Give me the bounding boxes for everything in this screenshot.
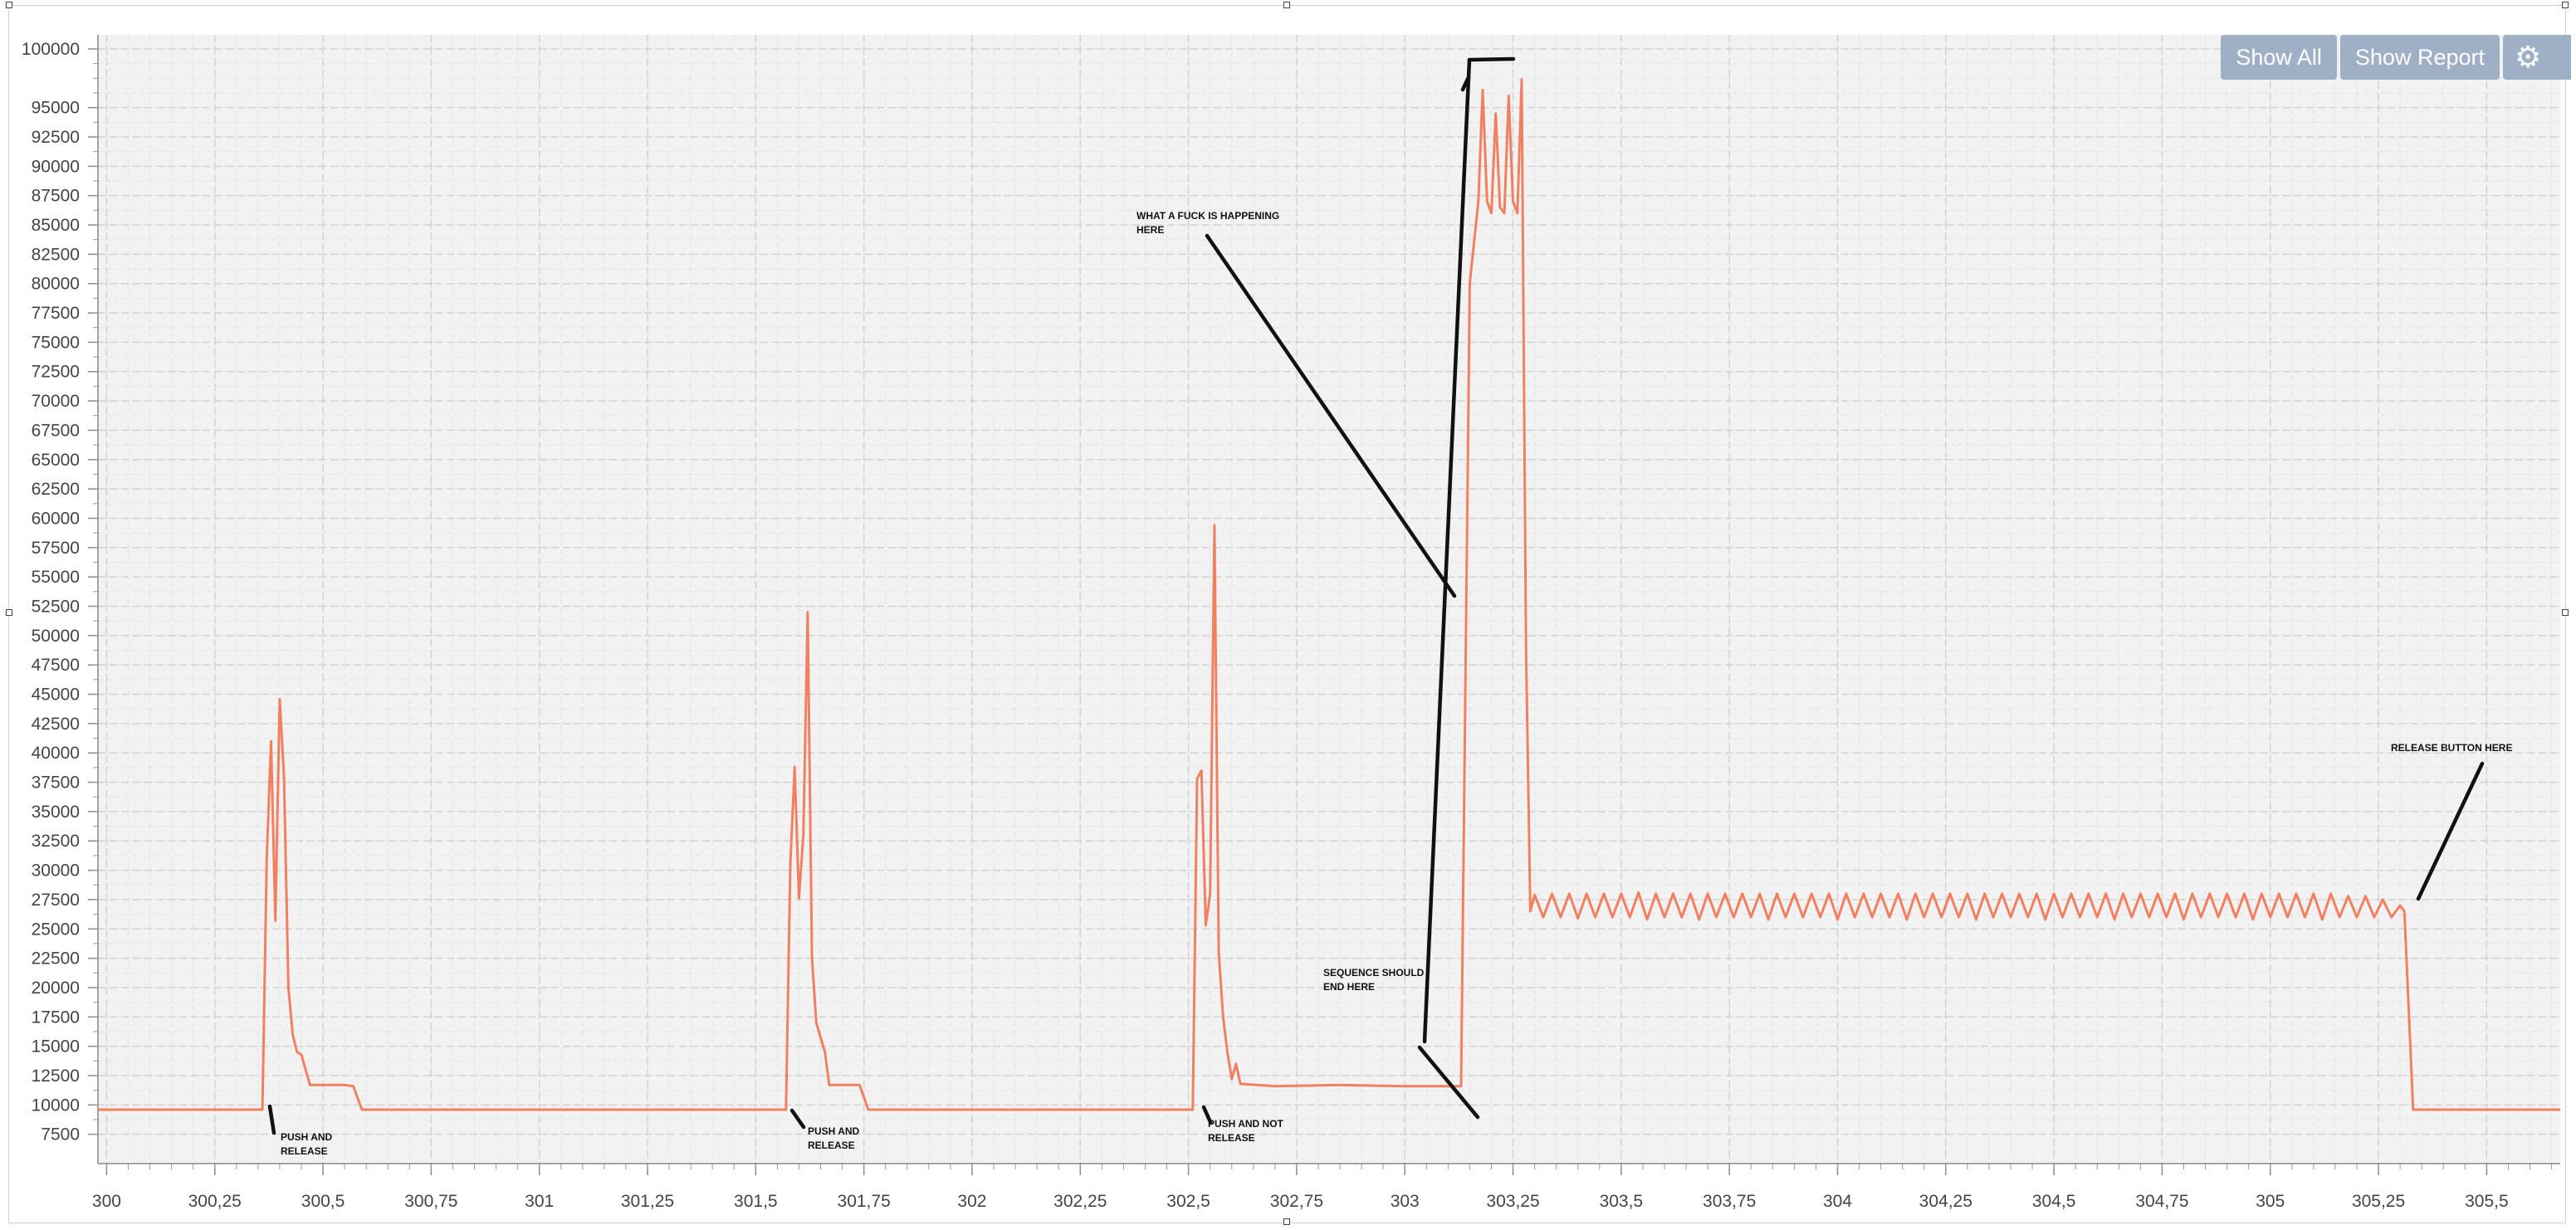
y-tick-label: 57500 <box>32 539 80 558</box>
annotation-text: HERE <box>1136 224 1164 236</box>
show-all-button[interactable]: Show All <box>2221 35 2337 80</box>
x-tick-label: 304,25 <box>1919 1192 1972 1211</box>
y-tick-label: 42500 <box>32 715 80 734</box>
y-tick-label: 80000 <box>32 275 80 294</box>
x-tick-label: 303,25 <box>1486 1192 1539 1211</box>
y-tick-label: 92500 <box>32 128 80 147</box>
y-tick-label: 10000 <box>32 1096 80 1115</box>
y-tick-label: 67500 <box>32 421 80 440</box>
y-tick-label: 85000 <box>32 216 80 235</box>
x-tick-label: 302,25 <box>1053 1192 1107 1211</box>
y-tick-label: 27500 <box>32 891 80 910</box>
x-tick-label: 300,5 <box>301 1192 345 1211</box>
x-tick-label: 303 <box>1391 1192 1420 1211</box>
show-report-button[interactable]: Show Report <box>2339 35 2500 80</box>
y-tick-label: 60000 <box>32 509 80 528</box>
y-tick-label: 45000 <box>32 686 80 705</box>
settings-dropdown-button[interactable]: ⚙ <box>2503 35 2571 80</box>
y-tick-label: 35000 <box>32 803 80 822</box>
annotation-text: PUSH AND NOT <box>1208 1118 1284 1130</box>
annotation-text: WHAT A FUCK IS HAPPENING <box>1136 210 1279 222</box>
y-tick-label: 12500 <box>32 1066 80 1086</box>
y-tick-label: 62500 <box>32 480 80 499</box>
x-tick-label: 304,75 <box>2135 1192 2188 1211</box>
annotation-text: PUSH AND <box>281 1131 333 1143</box>
x-tick-label: 301,25 <box>621 1192 674 1211</box>
y-tick-label: 72500 <box>32 363 80 382</box>
annotation-text: RELEASE <box>1208 1132 1255 1144</box>
x-tick-label: 301,75 <box>838 1192 891 1211</box>
plot-area <box>98 35 2560 1164</box>
y-tick-label: 37500 <box>32 774 80 793</box>
x-tick-label: 300 <box>92 1192 121 1211</box>
x-tick-label: 303,5 <box>1600 1192 1644 1211</box>
y-tick-label: 40000 <box>32 744 80 763</box>
y-tick-label: 50000 <box>32 627 80 646</box>
x-tick-label: 304,5 <box>2032 1192 2076 1211</box>
x-tick-label: 302 <box>957 1192 986 1211</box>
x-tick-label: 305,25 <box>2352 1192 2405 1211</box>
y-tick-label: 65000 <box>32 451 80 470</box>
y-tick-label: 55000 <box>32 568 80 587</box>
x-tick-label: 302,5 <box>1166 1192 1210 1211</box>
y-tick-label: 17500 <box>32 1008 80 1027</box>
x-tick-label: 304 <box>1823 1192 1852 1211</box>
y-tick-label: 22500 <box>32 949 80 969</box>
y-tick-label: 7500 <box>41 1125 80 1145</box>
annotation-text: RELEASE <box>281 1145 328 1157</box>
annotation-text: RELEASE BUTTON HERE <box>2391 742 2512 754</box>
x-tick-label: 301 <box>525 1192 554 1211</box>
y-tick-label: 25000 <box>32 920 80 939</box>
annotation-text: END HERE <box>1323 981 1375 993</box>
chart-toolbar: Show All Show Report ⚙ <box>2221 35 2571 80</box>
y-tick-label: 70000 <box>32 392 80 411</box>
y-tick-label: 75000 <box>32 333 80 352</box>
y-tick-label: 77500 <box>32 304 80 323</box>
x-tick-label: 305,5 <box>2465 1192 2509 1211</box>
x-tick-label: 305 <box>2256 1192 2285 1211</box>
annotation-text: RELEASE <box>808 1140 855 1151</box>
y-tick-label: 100000 <box>22 40 80 59</box>
y-tick-label: 95000 <box>32 99 80 118</box>
y-tick-label: 20000 <box>32 979 80 998</box>
x-tick-label: 302,75 <box>1270 1192 1323 1211</box>
y-tick-label: 52500 <box>32 597 80 616</box>
x-tick-label: 303,75 <box>1703 1192 1756 1211</box>
x-tick-label: 300,25 <box>188 1192 242 1211</box>
y-tick-label: 15000 <box>32 1037 80 1057</box>
x-tick-label: 300,75 <box>404 1192 457 1211</box>
annotation-text: PUSH AND <box>808 1125 860 1137</box>
gear-icon: ⚙ <box>2515 40 2542 74</box>
y-tick-label: 32500 <box>32 832 80 851</box>
y-tick-label: 82500 <box>32 245 80 264</box>
y-tick-label: 87500 <box>32 187 80 206</box>
y-tick-label: 90000 <box>32 157 80 176</box>
y-tick-label: 30000 <box>32 861 80 881</box>
annotation-text: SEQUENCE SHOULD <box>1323 967 1425 979</box>
x-tick-label: 301,5 <box>734 1192 778 1211</box>
y-tick-label: 47500 <box>32 656 80 675</box>
line-chart: 300 300,25 300,5 300,75 301 301,25 301,5 301,75… <box>22 35 2560 1211</box>
